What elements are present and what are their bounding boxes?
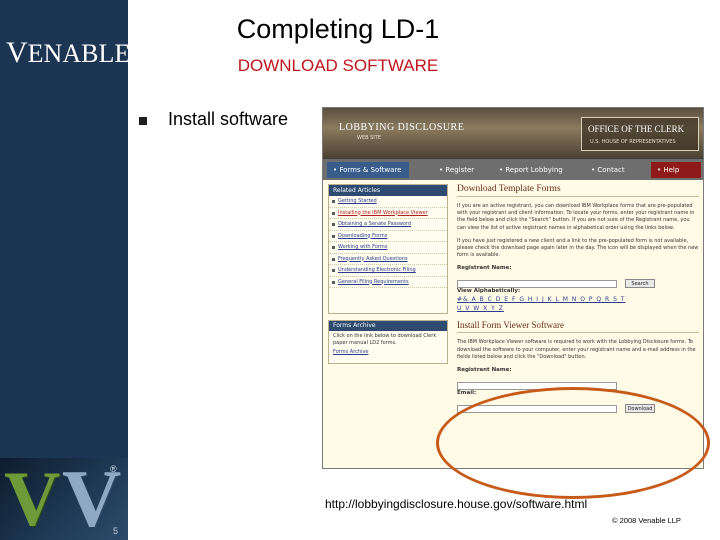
install-viewer-heading: Install Form Viewer Software (457, 320, 699, 334)
sidebar-link-downloading-forms[interactable]: Downloading Forms (329, 231, 447, 242)
sidebar-link-filing-requirements[interactable]: General Filing Requirements (329, 277, 447, 288)
view-alphabetically-label: View Alphabetically: (457, 288, 521, 295)
green-v-letter: V (4, 458, 61, 540)
tab-report-lobbying[interactable]: • Report Lobbying (493, 162, 573, 178)
bottom-vv-logo: V V ® 5 (0, 458, 128, 540)
sidebar-link-faq[interactable]: Frequently Asked Questions (329, 254, 447, 265)
site-banner-title: LOBBYING DISCLOSURE (339, 122, 465, 133)
sidebar-link-senate-password[interactable]: Obtaining a Senate Password (329, 219, 447, 231)
registrant-name-input[interactable] (457, 279, 617, 288)
bottom-registered-mark: ® (110, 464, 117, 474)
office-subtitle: U.S. HOUSE OF REPRESENTATIVES (590, 139, 676, 145)
site-banner-subtitle: WEB SITE (357, 135, 381, 141)
highlight-circle (436, 387, 710, 499)
registrant-name-label: Registrant Name: (457, 265, 512, 272)
logo-rest: ENABLE (27, 39, 131, 68)
related-articles-panel: Related Articles Getting Started Install… (328, 184, 448, 314)
search-button[interactable]: Search (625, 279, 655, 289)
forms-archive-panel: Forms Archive Click on the link below to… (328, 320, 448, 364)
source-url: http://lobbyingdisclosure.house.gov/soft… (325, 497, 588, 511)
tab-contact[interactable]: • Contact (585, 162, 631, 178)
forms-archive-text: Click on the link below to download Cler… (333, 333, 437, 346)
install-registrant-label: Registrant Name: (457, 367, 512, 374)
install-registrant-row (457, 375, 699, 390)
sidebar-link-installing-viewer[interactable]: Installing the IBM Workplace Viewer (329, 208, 447, 219)
alphabet-links-row2[interactable]: U V W X Y Z (457, 305, 699, 312)
new-client-paragraph: If you have just registered a new client… (457, 237, 699, 259)
page-number: 5 (113, 526, 119, 536)
alphabet-links-row1[interactable]: #& A B C D E F G H I J K L M N O P Q R S… (457, 296, 699, 303)
download-forms-paragraph: If you are an active registrant, you can… (457, 203, 695, 231)
tab-register[interactable]: • Register (433, 162, 481, 178)
site-nav-bar: • Forms & Software • Register • Report L… (323, 158, 703, 180)
slide-title: Completing LD-1 (236, 14, 440, 44)
sidebar-link-working-with-forms[interactable]: Working with Forms (329, 242, 447, 254)
download-forms-heading: Download Template Forms (457, 184, 699, 197)
install-viewer-paragraph: The IBM Workplace Viewer software is req… (457, 339, 696, 360)
bullet-marker (139, 117, 147, 125)
copyright-notice: © 2008 Venable LLP (612, 516, 681, 525)
slide-subtitle: DOWNLOAD SOFTWARE (237, 56, 439, 75)
related-articles-heading: Related Articles (329, 185, 447, 196)
logo-initial: V (6, 36, 28, 69)
bullet-install-software: Install software (168, 109, 289, 129)
tab-forms-software[interactable]: • Forms & Software (327, 162, 409, 178)
left-brand-band: VENABLE®LLP V V ® 5 (0, 0, 152, 540)
forms-archive-heading: Forms Archive (329, 321, 447, 331)
office-of-clerk-box: OFFICE OF THE CLERK U.S. HOUSE OF REPRES… (581, 117, 699, 151)
site-banner: LOBBYING DISCLOSURE WEB SITE OFFICE OF T… (323, 108, 703, 158)
sidebar-link-getting-started[interactable]: Getting Started (329, 196, 447, 208)
registrant-search-row: Search (457, 273, 699, 289)
office-title: OFFICE OF THE CLERK (588, 124, 685, 134)
forms-archive-link[interactable]: Forms Archive (329, 349, 447, 355)
tab-help[interactable]: • Help (651, 162, 701, 178)
sidebar-link-electronic-filing[interactable]: Understanding Electronic Filing (329, 265, 447, 277)
